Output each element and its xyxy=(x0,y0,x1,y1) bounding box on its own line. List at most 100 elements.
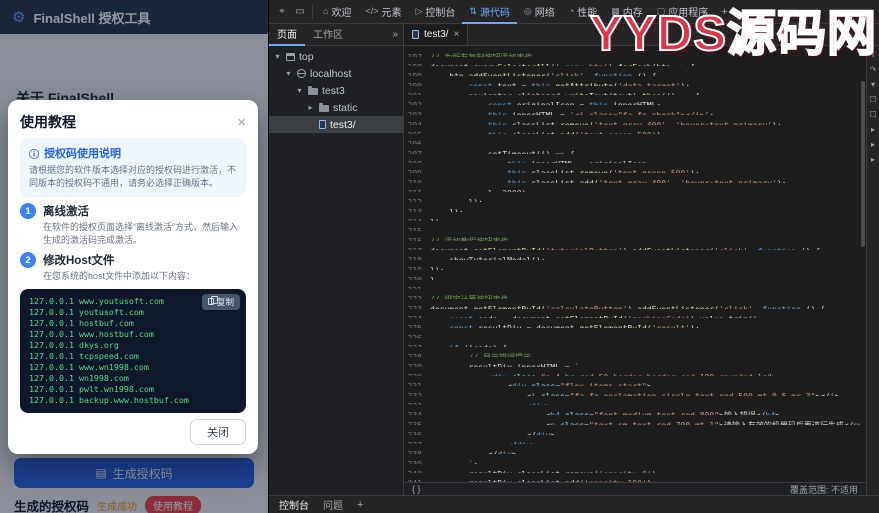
editor-scrollbar[interactable] xyxy=(860,46,866,482)
modal-header: 使用教程 × xyxy=(20,112,246,132)
performance-icon: ◔ xyxy=(569,6,574,16)
editor-tab-test3[interactable]: test3/ × xyxy=(404,24,468,45)
devtools-tab-console[interactable]: ▷控制台 xyxy=(408,0,462,24)
editor-tab-label: test3/ xyxy=(424,29,448,40)
devtools-tab-performance[interactable]: ◔性能 xyxy=(562,0,604,24)
devtools-tab-application[interactable]: ▢应用程序 xyxy=(650,0,716,24)
tab-label: 内存 xyxy=(623,4,643,19)
tree-item-top[interactable]: ▾top xyxy=(269,48,403,65)
devtools-panel-tabs: ⌂欢迎</>元素▷控制台⇅源代码◎网络◔性能▦内存▢应用程序 xyxy=(316,0,715,23)
memory-icon: ▦ xyxy=(611,6,620,17)
tree-item-label: static xyxy=(333,102,358,114)
close-tab-icon[interactable]: × xyxy=(453,29,459,40)
code-text: } xyxy=(430,276,435,280)
rail-icon[interactable]: ▸ xyxy=(871,156,875,164)
tree-item-static[interactable]: ▸ static xyxy=(269,99,403,116)
tree-item-localhost[interactable]: ▾ localhost xyxy=(269,65,403,82)
code-line: 229 resultDiv.innerHTML = ` xyxy=(404,357,866,367)
tree-item-label: localhost xyxy=(310,68,351,80)
chevron-down-icon[interactable]: ▾ xyxy=(284,69,293,78)
step-description: 在您系统的host文件中添加以下内容： xyxy=(43,270,246,283)
code-line: 238 </div> xyxy=(404,444,866,454)
host-entry: 127.0.0.1 tcpspeed.com xyxy=(29,351,237,362)
tree-item-test3[interactable]: test3/ xyxy=(269,116,403,133)
line-number[interactable]: 241 xyxy=(404,479,430,482)
host-entry: 127.0.0.1 dkys.org xyxy=(29,340,237,351)
rail-icon[interactable]: ▸ xyxy=(871,141,875,149)
modal-title: 使用教程 xyxy=(20,112,76,132)
code-line: 233 <div> xyxy=(404,396,866,406)
chevron-down-icon[interactable]: ▾ xyxy=(295,86,304,95)
devtools-tab-network[interactable]: ◎网络 xyxy=(517,0,562,24)
code-line: 221 xyxy=(404,280,866,290)
code-line: 219}); xyxy=(404,260,866,270)
code-line: 239 `; xyxy=(404,454,866,464)
line-number[interactable]: 220 xyxy=(404,276,430,280)
code-line: 213 }); xyxy=(404,202,866,212)
code-line: 235 <p class="text-sm text-red-700 mt-1"… xyxy=(404,415,866,425)
devtools-tab-memory[interactable]: ▦内存 xyxy=(604,0,650,24)
code-line: 200 const text = this.getAttribute('data… xyxy=(404,76,866,86)
tree-item-test3[interactable]: ▾test3 xyxy=(269,82,403,99)
code-line: 197// 为所有复制按钮添加事件 xyxy=(404,47,866,57)
rail-icon[interactable]: ☐ xyxy=(869,111,876,119)
line-number[interactable]: 236 xyxy=(404,431,430,435)
globe-icon xyxy=(297,69,306,78)
sidebar-tab-工作区[interactable]: 工作区 xyxy=(305,24,351,46)
devtools-tab-elements[interactable]: </>元素 xyxy=(358,0,408,24)
more-panels-button[interactable]: + xyxy=(715,6,733,18)
step-2: 2 修改Host文件 在您系统的host文件中添加以下内容： xyxy=(20,252,246,283)
code-line: 237 </div> xyxy=(404,435,866,445)
scrollbar-thumb[interactable] xyxy=(861,81,865,247)
hosts-code-block: 复制 127.0.0.1 www.youtusoft.com127.0.0.1 … xyxy=(20,289,246,413)
rail-icon[interactable]: ▾ xyxy=(871,81,875,89)
sources-icon: ⇅ xyxy=(469,6,477,17)
code-line: 217document.getElementById('tutorialButt… xyxy=(404,241,866,251)
sources-sidebar-tabs: 页面工作区 » xyxy=(269,24,404,45)
notice-body: 请根据您的软件版本选择对应的授权码进行激活，不同版本的授权码不通用，请务必选择正… xyxy=(29,164,237,190)
overflow-tabs-icon[interactable]: » xyxy=(392,29,403,40)
code-line: 205 this.classList.add('text-green-500')… xyxy=(404,125,866,135)
copy-button[interactable]: 复制 xyxy=(202,294,240,310)
chevron-down-icon[interactable]: ▾ xyxy=(273,52,282,61)
close-icon[interactable]: × xyxy=(237,115,246,130)
sidebar-tab-页面[interactable]: 页面 xyxy=(269,24,305,46)
code-line: 212 }); xyxy=(404,192,866,202)
divider xyxy=(312,5,313,19)
code-line: 216// 添加教程按钮事件 xyxy=(404,231,866,241)
modal-close-button[interactable]: 关闭 xyxy=(190,419,246,445)
drawer-tab-控制台[interactable]: 控制台 xyxy=(279,497,309,512)
code-line: 234 <h4 class="font-medium text-red-800"… xyxy=(404,405,866,415)
line-number[interactable]: 204 xyxy=(404,121,430,125)
welcome-icon: ⌂ xyxy=(323,6,328,16)
editor-tabs: test3/ × xyxy=(404,24,468,45)
notice-header: ⓘ 授权码使用说明 xyxy=(29,145,237,161)
devtools-tab-welcome[interactable]: ⌂欢迎 xyxy=(316,0,358,24)
rail-icon[interactable]: ‖ xyxy=(871,51,874,59)
toolbar-lead-icons: ⌖▭ xyxy=(273,6,309,17)
code-text: this.classList.add('text-green-500'); xyxy=(430,131,666,135)
inspect-icon[interactable]: ⌖ xyxy=(273,6,291,17)
tab-label: 源代码 xyxy=(480,4,510,19)
rail-icon[interactable]: ▸ xyxy=(871,126,875,134)
editor-statusbar: { } 覆盖范围: 不适用 xyxy=(404,482,866,495)
code-line: 241 resultDiv.classList.add('opacity-100… xyxy=(404,473,866,482)
devtools-tab-sources[interactable]: ⇅源代码 xyxy=(462,0,517,24)
code-area: 197// 为所有复制按钮添加事件198document.querySelect… xyxy=(404,46,866,482)
add-drawer-tab-button[interactable]: + xyxy=(357,499,363,511)
host-entry: 127.0.0.1 pwlt.wn1998.com xyxy=(29,384,237,395)
drawer-tab-问题[interactable]: 问题 xyxy=(323,497,343,512)
elements-icon: </> xyxy=(365,6,378,16)
step-number-badge: 2 xyxy=(20,252,36,268)
devtools-subbar: 页面工作区 » test3/ × xyxy=(269,24,879,46)
device-toolbar-icon[interactable]: ▭ xyxy=(291,6,309,17)
rail-icon[interactable]: ↷ xyxy=(870,66,877,74)
code-line: 227 if (!code) { xyxy=(404,338,866,348)
code-line: 209 this.classList.remove('text-green-50… xyxy=(404,163,866,173)
pretty-print-button[interactable]: { } xyxy=(412,484,421,494)
host-entry: 127.0.0.1 www.wn1998.com xyxy=(29,362,237,373)
chevron-right-icon[interactable]: ▸ xyxy=(306,103,315,112)
file-icon xyxy=(412,30,419,39)
rail-icon[interactable]: ☐ xyxy=(869,96,876,104)
step-description: 在软件的授权页面选择“离线激活”方式，然后输入生成的激活码完成激活。 xyxy=(43,221,246,246)
